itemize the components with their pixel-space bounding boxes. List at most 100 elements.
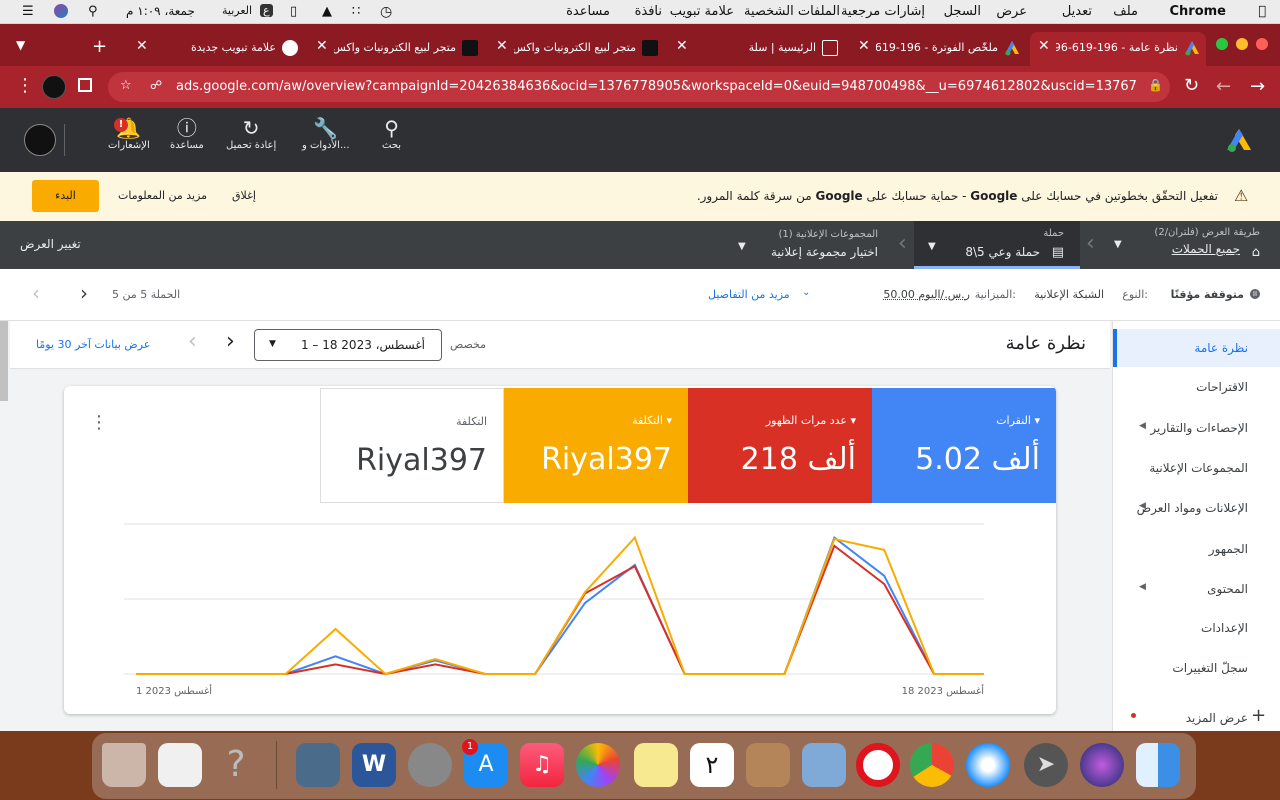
control-center-icon[interactable]: ☰	[22, 4, 34, 19]
learn-more-button[interactable]: مزيد من المعلومات	[118, 189, 207, 202]
reload-icon[interactable]: ↻	[1184, 75, 1199, 96]
sidebar-item-insights[interactable]: الإحصاءات والتقارير	[1150, 421, 1248, 435]
zoom-window-button[interactable]	[1216, 38, 1228, 50]
apple-icon[interactable]: 	[1258, 4, 1266, 19]
more-details-link[interactable]: مزيد من التفاصيل	[708, 288, 790, 301]
close-tab-icon[interactable]: ✕	[1038, 38, 1050, 54]
close-window-button[interactable]	[1256, 38, 1268, 50]
notifications-tool[interactable]: 🔔 الإشعارات !	[108, 116, 150, 151]
system-preferences-icon[interactable]	[408, 743, 452, 787]
menu-bookmarks[interactable]: إشارات مرجعية	[841, 4, 925, 19]
view-selector[interactable]: طريقة العرض (فلتران/2) جميع الحملات ⌂	[1154, 227, 1260, 260]
close-tab-icon[interactable]: ✕	[136, 38, 148, 54]
sidebar-item-more[interactable]: عرض المزيد	[1186, 711, 1248, 725]
tab-billing[interactable]: ملخّص الفوترة - 196-619 ✕	[850, 32, 1026, 66]
preview-app-icon[interactable]	[802, 743, 846, 787]
chrome-icon[interactable]	[910, 743, 954, 787]
finder-icon[interactable]	[1136, 743, 1180, 787]
battery-icon[interactable]: ▯	[290, 4, 297, 19]
sidebar-item-content[interactable]: المحتوى	[1207, 582, 1248, 596]
close-tab-icon[interactable]: ✕	[496, 38, 508, 54]
budget-value[interactable]: 50.00 ر.س./اليوم	[883, 288, 970, 301]
calendar-icon[interactable]: ٢	[690, 743, 734, 787]
close-tab-icon[interactable]: ✕	[676, 38, 688, 54]
bookmark-star-icon[interactable]: ☆	[120, 78, 132, 93]
photos-icon[interactable]	[576, 743, 620, 787]
sidebar-item-settings[interactable]: الإعدادات	[1201, 621, 1248, 635]
site-info-icon[interactable]: ☍	[150, 78, 162, 92]
sidebar-item-recommendations[interactable]: الاقتراحات	[1196, 380, 1248, 394]
spotlight-icon[interactable]: ⚲	[88, 4, 98, 19]
last-30-days-link[interactable]: عرض بيانات آخر 30 يومًا	[36, 338, 150, 351]
opera-icon[interactable]	[856, 743, 900, 787]
view-dropdown-icon[interactable]: ▼	[1114, 239, 1122, 250]
google-ads-logo-icon[interactable]	[1226, 128, 1252, 156]
menu-tab[interactable]: علامة تبويب	[670, 4, 734, 19]
plus-icon[interactable]: +	[1251, 705, 1266, 726]
metric-cost[interactable]: التكلفة ▾ Riyal397	[504, 388, 688, 503]
chrome-menu-icon[interactable]: ⋮	[16, 75, 34, 96]
trash-icon[interactable]	[102, 743, 146, 787]
help-icon[interactable]: ?	[214, 743, 258, 787]
sidebar-item-overview[interactable]: نظرة عامة	[1194, 341, 1248, 355]
omnibox[interactable]: ☆ ☍ ads.google.com/aw/overview?campaignI…	[108, 72, 1170, 102]
more-options-icon[interactable]: ⋮	[90, 412, 108, 433]
notes-icon[interactable]	[634, 743, 678, 787]
tab-search-chevron-icon[interactable]: ▼	[16, 38, 25, 52]
tab-store-2[interactable]: متجر لبيع الكترونيات واكس ✕	[308, 32, 484, 66]
help-tool[interactable]: ⓘ مساعدة	[170, 116, 204, 151]
lock-icon[interactable]: 🔒	[1148, 78, 1163, 92]
expand-chevron-icon[interactable]: ⌄	[802, 287, 810, 298]
scrollbar-thumb[interactable]	[0, 321, 8, 401]
bluetooth-icon[interactable]: ∷	[352, 4, 360, 19]
campaign-selector[interactable]: حملة حملة وعي 5\8 ▤ ▼	[914, 221, 1080, 269]
history-clock-icon[interactable]: ◷	[380, 4, 392, 20]
tools-menu[interactable]: 🔧 الأدوات و...	[302, 116, 350, 151]
launchpad-icon[interactable]: ➤	[1024, 743, 1068, 787]
new-tab-plus-icon[interactable]: +	[92, 36, 107, 57]
input-source-icon[interactable]: ع	[260, 4, 273, 17]
contacts-icon[interactable]	[746, 743, 790, 787]
tab-overview[interactable]: نظرة عامة - 196-619-196-5 ✕	[1030, 32, 1206, 66]
safari-icon[interactable]	[966, 743, 1010, 787]
menu-history[interactable]: السجل	[944, 4, 981, 19]
image-viewer-icon[interactable]	[296, 743, 340, 787]
close-tab-icon[interactable]: ✕	[858, 38, 870, 54]
forward-arrow-icon[interactable]: ←	[1216, 76, 1231, 97]
sidebar-item-audience[interactable]: الجمهور	[1209, 542, 1248, 556]
menu-window[interactable]: نافذة	[635, 4, 662, 19]
tab-salla[interactable]: الرئيسية | سلة ✕	[668, 32, 844, 66]
account-avatar[interactable]	[24, 124, 56, 156]
dismiss-button[interactable]: إغلاق	[232, 189, 256, 202]
date-range-picker[interactable]: 1 – 18 أغسطس، 2023 ▼	[254, 329, 442, 361]
menu-edit[interactable]: تعديل	[1062, 4, 1092, 19]
menu-app[interactable]: Chrome	[1169, 4, 1226, 19]
clock[interactable]: جمعة، ١:٠٩ م	[126, 4, 195, 18]
sidebar-item-change-history[interactable]: سجلّ التغييرات	[1172, 661, 1248, 675]
prev-campaign-icon[interactable]: ‹	[32, 281, 40, 305]
close-tab-icon[interactable]: ✕	[316, 38, 328, 54]
menu-view[interactable]: عرض	[996, 4, 1027, 19]
reload-tool[interactable]: ↻ إعادة تحميل	[226, 116, 276, 151]
url-text[interactable]: ads.google.com/aw/overview?campaignId=20…	[176, 79, 1136, 94]
siri-icon[interactable]	[54, 4, 68, 18]
prev-period-icon[interactable]: ‹	[188, 329, 197, 354]
sidebar-item-ads[interactable]: الإعلانات ومواد العرض	[1137, 501, 1248, 515]
adgroup-selector[interactable]: المجموعات الإعلانية (1) اختيار مجموعة إع…	[736, 221, 886, 269]
siri-icon[interactable]	[1080, 743, 1124, 787]
menu-file[interactable]: ملف	[1113, 4, 1138, 19]
word-icon[interactable]: W	[352, 743, 396, 787]
next-period-icon[interactable]: ›	[226, 329, 235, 354]
next-campaign-icon[interactable]: ›	[80, 281, 88, 305]
sidebar-item-adgroups[interactable]: المجموعات الإعلانية	[1149, 461, 1248, 475]
side-panel-icon[interactable]	[78, 78, 92, 92]
metric-clicks[interactable]: النقرات ▾ 5.02 ألف	[872, 388, 1056, 503]
tab-store-1[interactable]: متجر لبيع الكترونيات واكس ✕	[488, 32, 664, 66]
search-tool[interactable]: ⚲ بحث	[382, 116, 401, 151]
music-icon[interactable]: ♫	[520, 743, 564, 787]
start-button[interactable]: البدء	[32, 180, 99, 212]
tab-new[interactable]: علامة تبويب جديدة ✕	[128, 32, 304, 66]
menu-profiles[interactable]: الملفات الشخصية	[744, 4, 840, 19]
metric-cost-secondary[interactable]: التكلفة Riyal397	[320, 388, 504, 503]
minimize-window-button[interactable]	[1236, 38, 1248, 50]
